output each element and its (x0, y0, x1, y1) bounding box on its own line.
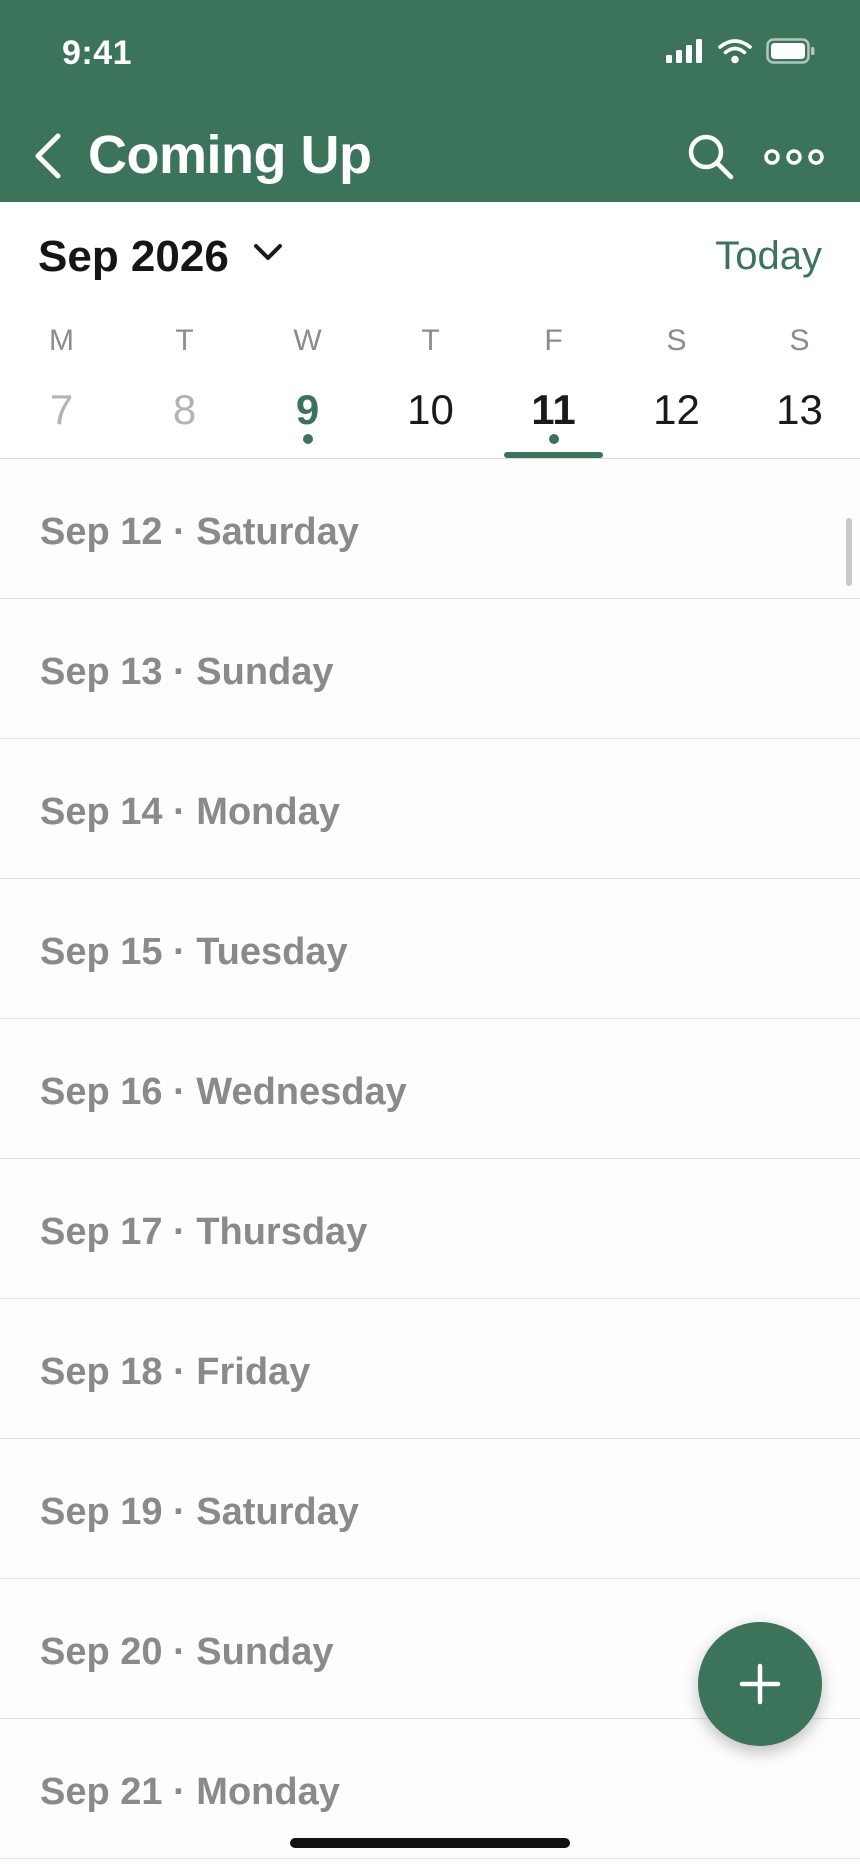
chevron-down-icon[interactable] (252, 242, 284, 264)
day-heading: Sep 12 · Saturday (40, 511, 359, 553)
week-strip: M 7 T 8 W 9 T 10 F 11 S 12 S 13 (0, 302, 860, 459)
battery-icon (766, 38, 815, 64)
selected-day-indicator (504, 452, 603, 458)
day-letter: M (49, 324, 74, 357)
day-number: 8 (172, 386, 197, 433)
list-item[interactable]: Sep 16 · Wednesday (0, 1019, 860, 1159)
day-sat[interactable]: S 12 (615, 302, 738, 458)
day-sun[interactable]: S 13 (738, 302, 860, 458)
list-item[interactable]: Sep 18 · Friday (0, 1299, 860, 1439)
day-wed[interactable]: W 9 (246, 302, 369, 458)
day-letter: F (544, 324, 563, 357)
day-mon[interactable]: M 7 (0, 302, 123, 458)
day-number: 13 (776, 386, 823, 433)
day-letter: T (175, 324, 194, 357)
day-number: 11 (531, 386, 576, 433)
event-dot (302, 434, 313, 444)
list-item[interactable]: Sep 17 · Thursday (0, 1159, 860, 1299)
list-item[interactable]: Sep 13 · Sunday (0, 599, 860, 739)
day-heading: Sep 13 · Sunday (40, 651, 334, 693)
day-number: 12 (653, 386, 700, 433)
day-heading: Sep 17 · Thursday (40, 1211, 368, 1253)
plus-icon (739, 1663, 781, 1705)
day-heading: Sep 15 · Tuesday (40, 931, 348, 973)
wifi-icon (718, 39, 752, 64)
month-bar: Sep 2026 Today (0, 202, 860, 302)
day-number: 9 (295, 386, 320, 433)
day-tue[interactable]: T 8 (123, 302, 246, 458)
status-icons (666, 38, 816, 64)
list-item[interactable]: Sep 15 · Tuesday (0, 879, 860, 1019)
day-number: 7 (49, 386, 74, 433)
add-button[interactable] (698, 1622, 822, 1746)
day-fri[interactable]: F 11 (492, 302, 615, 458)
day-letter: S (789, 324, 810, 357)
day-heading: Sep 14 · Monday (40, 791, 340, 833)
day-heading: Sep 18 · Friday (40, 1351, 311, 1393)
scrollbar[interactable] (846, 518, 852, 586)
day-letter: S (666, 324, 687, 357)
day-letter: W (293, 324, 322, 357)
page-title: Coming Up (88, 125, 372, 185)
day-letter: T (421, 324, 440, 357)
status-time: 9:41 (62, 34, 133, 72)
app-header: 9:41 Coming Up (0, 0, 860, 202)
more-icon[interactable] (764, 142, 824, 172)
list-item[interactable]: Sep 14 · Monday (0, 739, 860, 879)
day-heading: Sep 16 · Wednesday (40, 1071, 407, 1113)
search-icon[interactable] (686, 132, 736, 182)
day-heading: Sep 19 · Saturday (40, 1491, 359, 1533)
today-button[interactable]: Today (715, 234, 822, 279)
signal-icon (666, 39, 702, 63)
list-item[interactable]: Sep 19 · Saturday (0, 1439, 860, 1579)
day-thu[interactable]: T 10 (369, 302, 492, 458)
day-heading: Sep 20 · Sunday (40, 1631, 334, 1673)
list-item[interactable]: Sep 12 · Saturday (0, 459, 860, 599)
home-indicator (290, 1838, 570, 1848)
day-number: 10 (407, 386, 454, 433)
chevron-left-icon[interactable] (28, 128, 68, 184)
day-heading: Sep 21 · Monday (40, 1771, 340, 1813)
month-selector[interactable]: Sep 2026 (38, 232, 229, 282)
event-dot (548, 434, 559, 444)
